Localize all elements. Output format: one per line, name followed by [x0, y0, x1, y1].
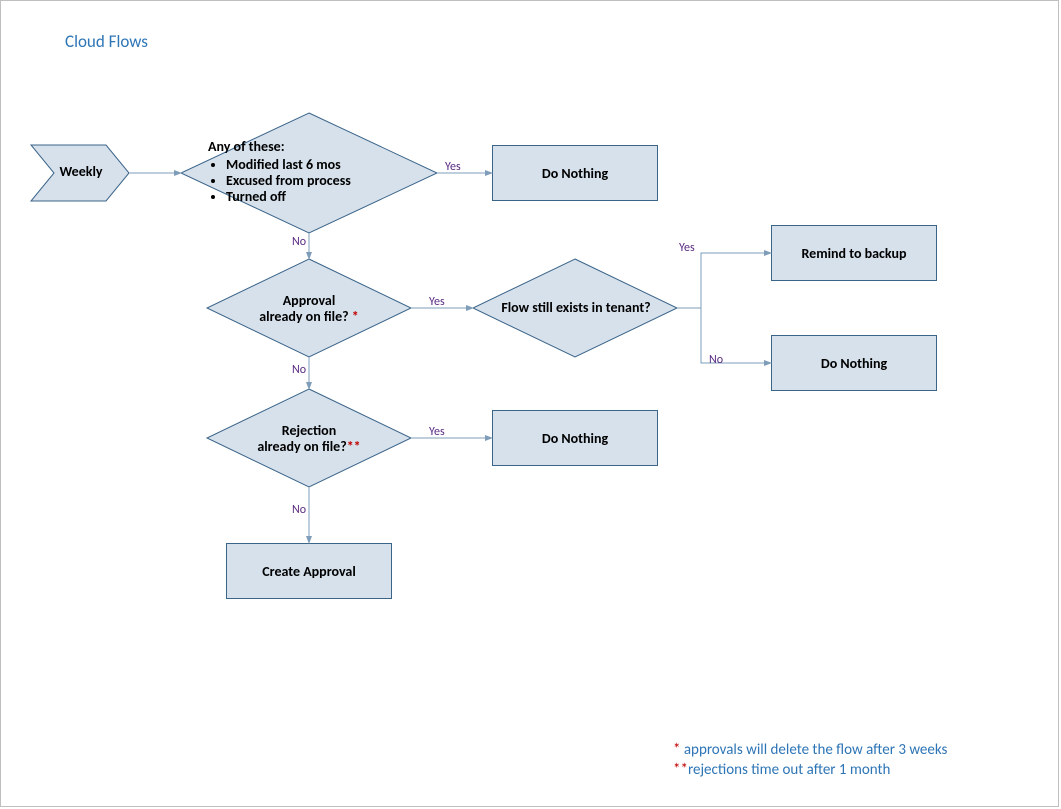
footnote-2: **rejections time out after 1 month [673, 761, 890, 779]
edge-label-no: No [292, 363, 306, 377]
edge-label-yes: Yes [429, 425, 445, 439]
footnote-1: * approvals will delete the flow after 3… [673, 741, 947, 759]
connectors-layer [1, 1, 1060, 808]
edge-label-no: No [292, 503, 306, 517]
edge-label-yes: Yes [679, 241, 695, 255]
edge-label-no: No [292, 235, 306, 249]
edge-label-no: No [709, 353, 723, 367]
edge-label-yes: Yes [429, 295, 445, 309]
diagram-canvas: Cloud Flows Weekly Any of these: Modifie… [0, 0, 1059, 807]
edge-label-yes: Yes [445, 160, 461, 174]
